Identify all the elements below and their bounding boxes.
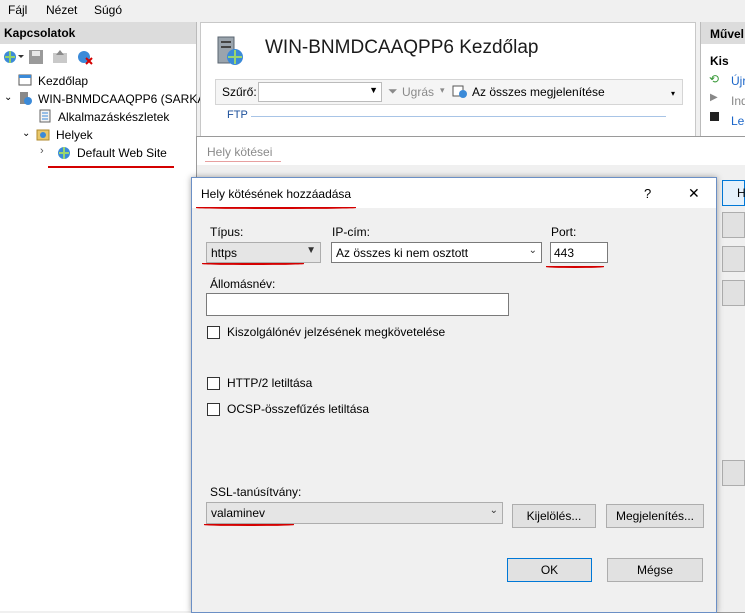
type-label: Típus: (210, 225, 244, 239)
type-value: https (211, 246, 238, 260)
tree-item-label: WIN-BNMDCAAQPP6 (SARKA (38, 92, 206, 106)
hostname-input[interactable] (206, 293, 509, 316)
menu-help[interactable]: Súgó (94, 3, 122, 17)
annotation-underline (205, 161, 281, 162)
actions-header: Művel (701, 22, 745, 44)
port-label: Port: (551, 225, 577, 239)
tree-item-sites[interactable]: ⌄ Helyek (22, 126, 192, 144)
start-icon: ▶ (710, 92, 718, 103)
app-pool-icon (39, 109, 51, 123)
filter-input[interactable]: ▼ (258, 82, 382, 102)
tree-item-start-page[interactable]: Kezdőlap (18, 72, 188, 90)
action-stop[interactable]: Lea (731, 114, 745, 128)
cancel-button[interactable]: Mégse (607, 558, 703, 582)
up-level-icon[interactable] (52, 49, 68, 65)
action-restart[interactable]: Újr (731, 74, 745, 88)
chevron-down-icon[interactable]: ⌄ (4, 92, 12, 103)
annotation-underline (202, 263, 304, 265)
chevron-down-icon: ⌄ (528, 245, 537, 256)
ip-address-label: IP-cím: (332, 225, 370, 239)
site-bindings-title: Hely kötései (207, 145, 273, 159)
ssl-certificate-label: SSL-tanúsítvány: (210, 485, 302, 499)
ok-button[interactable]: OK (507, 558, 592, 582)
annotation-underline (48, 166, 174, 168)
disable-http2-checkbox[interactable] (207, 377, 220, 390)
tree-item-label: Helyek (56, 128, 93, 142)
tree-item-app-pools[interactable]: Alkalmazáskészletek (38, 108, 194, 126)
group-header-ftp: FTP (227, 109, 248, 121)
close-bindings-button[interactable] (722, 460, 745, 486)
connections-header: Kapcsolatok (0, 22, 196, 44)
remove-binding-button[interactable] (722, 246, 745, 272)
group-divider (251, 116, 666, 117)
chevron-down-icon: ⌄ (489, 505, 498, 516)
actions-section-title: Kis (710, 54, 729, 68)
menu-file[interactable]: Fájl (8, 3, 27, 17)
action-start[interactable]: Ind (731, 94, 745, 108)
connections-toolbar (0, 46, 196, 68)
add-binding-titlebar: Hely kötésének hozzáadása ? ✕ (192, 178, 716, 208)
ip-address-select[interactable]: Az összes ki nem osztott ⌄ (331, 242, 542, 263)
ssl-certificate-select[interactable]: valaminev ⌄ (206, 502, 503, 524)
website-globe-icon (58, 147, 70, 159)
disable-ocsp-checkbox[interactable] (207, 403, 220, 416)
disable-http2-label: HTTP/2 letiltása (227, 376, 313, 390)
add-binding-title: Hely kötésének hozzáadása (201, 187, 352, 201)
server-large-icon (217, 36, 243, 65)
annotation-underline (546, 266, 604, 268)
tree-item-label: Alkalmazáskészletek (58, 110, 170, 124)
annotation-underline (204, 524, 294, 526)
menu-view[interactable]: Nézet (46, 3, 77, 17)
add-binding-dialog: Hely kötésének hozzáadása ? ✕ Típus: htt… (191, 177, 717, 613)
chevron-right-icon[interactable]: › (40, 145, 44, 157)
ip-address-value: Az összes ki nem osztott (336, 246, 469, 260)
tree-item-default-web-site[interactable]: › Default Web Site (40, 144, 190, 162)
view-certificate-button[interactable]: Megjelenítés... (606, 504, 704, 528)
menu-bar: Fájl Nézet Súgó (0, 0, 745, 20)
annotation-underline (196, 207, 356, 209)
tree-item-label: Default Web Site (77, 146, 167, 160)
disconnect-icon[interactable] (76, 49, 94, 65)
require-sni-checkbox[interactable] (207, 326, 220, 339)
go-dropdown-icon[interactable]: ▾ (440, 85, 445, 96)
port-value: 443 (554, 246, 575, 260)
edit-binding-button[interactable] (722, 212, 745, 238)
funnel-icon: ⏷ (388, 84, 398, 98)
add-binding-button[interactable]: H (722, 180, 745, 206)
start-page-icon (18, 74, 32, 86)
tree-item-server[interactable]: ⌄ WIN-BNMDCAAQPP6 (SARKA (4, 90, 205, 108)
go-button[interactable]: Ugrás (402, 85, 434, 99)
connections-pane: Kapcsolatok Kezdőlap ⌄ WIN-BNMDCAAQPP6 (… (0, 22, 205, 611)
filter-toolbar: Szűrő: ▼ ⏷ Ugrás ▾ Az összes megjeleníté… (215, 79, 683, 105)
connect-globe-icon[interactable] (3, 49, 25, 65)
save-icon[interactable] (28, 49, 44, 65)
disable-ocsp-label: OCSP-összefűzés letiltása (227, 402, 370, 416)
chevron-down-icon[interactable]: ⌄ (22, 128, 30, 139)
show-all-icon (452, 85, 467, 98)
chevron-down-icon: ▼ (306, 245, 316, 256)
type-select[interactable]: https ▼ (206, 242, 321, 263)
server-icon (20, 92, 32, 105)
chevron-down-icon[interactable]: ▼ (369, 85, 378, 95)
close-icon[interactable]: ✕ (688, 185, 700, 202)
browse-binding-button[interactable] (722, 280, 745, 306)
require-sni-label: Kiszolgálónév jelzésének megkövetelése (227, 325, 446, 339)
help-button[interactable]: ? (644, 186, 651, 201)
page-title: WIN-BNMDCAAQPP6 Kezdőlap (265, 37, 539, 58)
filter-label: Szűrő: (222, 85, 257, 99)
sites-folder-icon (36, 129, 50, 141)
actions-title: Művel (710, 27, 745, 41)
add-binding-label: H (737, 186, 745, 200)
ssl-certificate-value: valaminev (211, 506, 266, 520)
restart-icon: ⟲ (709, 72, 720, 86)
scroll-up-icon[interactable]: ▾ (671, 89, 681, 99)
select-certificate-button[interactable]: Kijelölés... (512, 504, 596, 528)
port-input[interactable]: 443 (550, 242, 608, 263)
hostname-label: Állomásnév: (210, 277, 276, 291)
connections-title: Kapcsolatok (4, 26, 76, 40)
show-all-button[interactable]: Az összes megjelenítése (472, 85, 605, 99)
tree-item-label: Kezdőlap (38, 74, 89, 88)
stop-icon (710, 112, 719, 121)
